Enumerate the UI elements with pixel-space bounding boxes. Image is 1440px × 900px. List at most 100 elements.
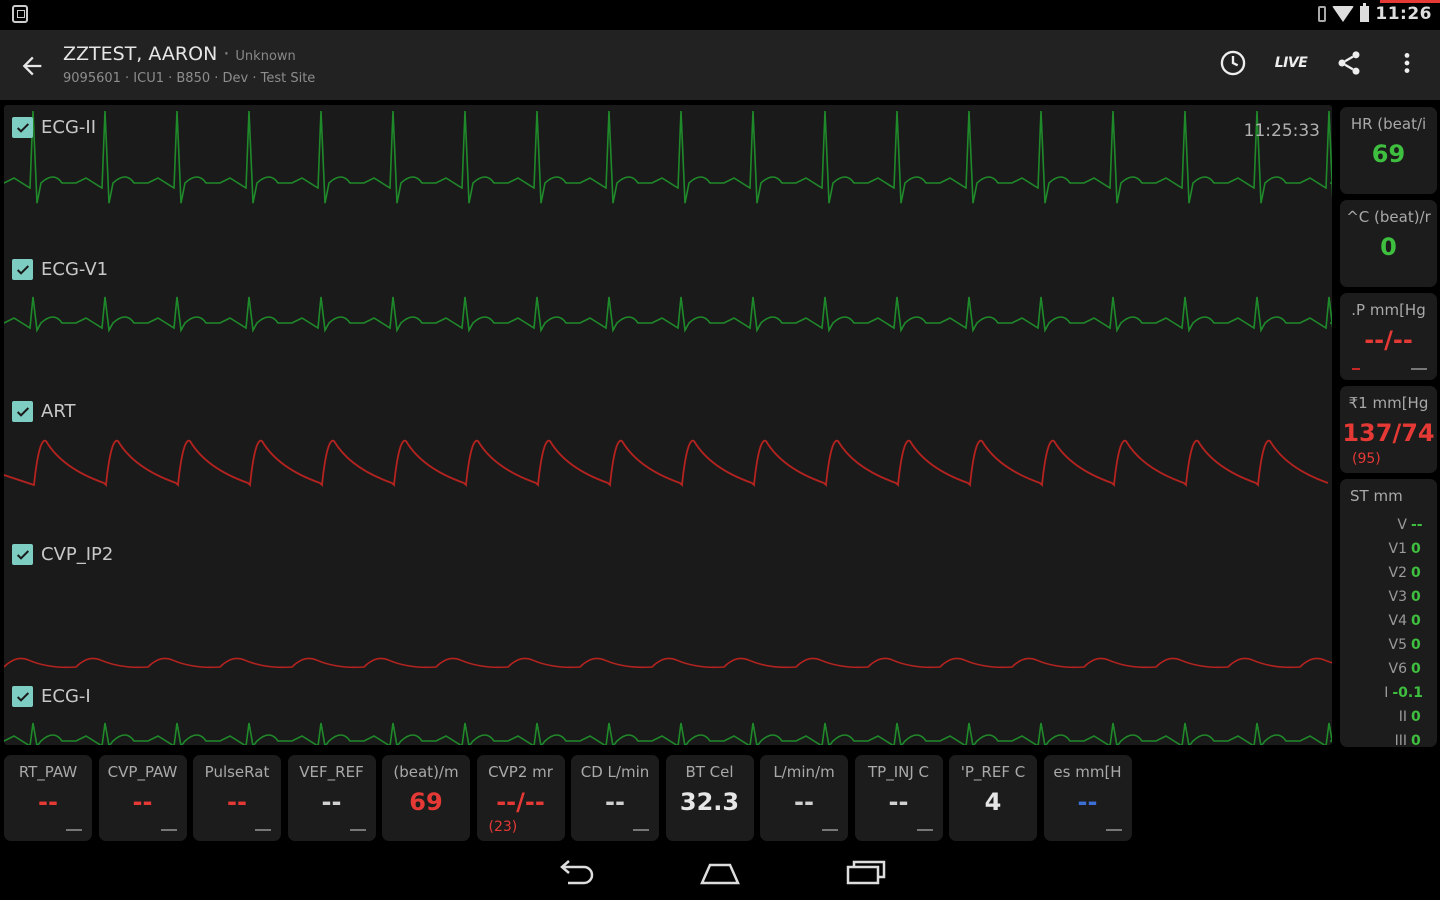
channel-checkbox[interactable] (12, 686, 33, 707)
tile-label: PulseRat (204, 763, 270, 781)
tile-value: 4 (984, 788, 1002, 816)
parameter-tile[interactable]: 'P_REF C 4 (949, 755, 1037, 841)
st-lead-value: 0 (1411, 733, 1421, 747)
tile-value: 32.3 (679, 788, 740, 816)
vital-tile-pvc[interactable]: ^C (beat)/r 0 (1340, 200, 1437, 287)
tile-value: -- (605, 788, 625, 816)
title-separator: · (217, 43, 236, 65)
channel-label: ART (41, 401, 76, 422)
parameter-tile[interactable]: RT_PAW -- (4, 755, 92, 841)
tile-value: 69 (1371, 140, 1406, 168)
overflow-menu-button[interactable] (1392, 48, 1422, 78)
parameter-tile[interactable]: TP_INJ C -- (854, 755, 943, 841)
back-arrow-icon[interactable] (18, 52, 46, 80)
channel-label: ECG-I (41, 686, 91, 707)
channel-ecg-ii[interactable]: ECG-II (12, 117, 96, 138)
parameter-tile[interactable]: PulseRat -- (193, 755, 281, 841)
parameter-tile[interactable]: CD L/min -- (571, 755, 659, 841)
st-lead-label: V3 (1388, 589, 1407, 605)
tile-subvalue: (23) (488, 819, 518, 835)
tile-dash (1105, 829, 1122, 831)
st-lead-label: V6 (1388, 661, 1407, 677)
parameter-tile[interactable]: es mm[H -- (1043, 755, 1132, 841)
waveform-ecg-i (4, 722, 1332, 745)
tile-dash (160, 829, 177, 831)
parameter-tile[interactable]: CVP2 mr --/-- (23) (476, 755, 565, 841)
vital-tile-ar1[interactable]: ₹1 mm[Hg 137/74 (95) (1340, 386, 1437, 473)
tile-label: CVP2 mr (488, 763, 553, 781)
st-values-list: V -- V1 0 V2 0 V3 0 V4 0 V5 0 V6 0 I -0.1 II 0 III 0 (1384, 513, 1423, 747)
waveform-timestamp: 11:25:33 (1243, 121, 1320, 141)
st-row: V1 0 (1384, 537, 1423, 561)
tile-value: 69 (409, 788, 443, 816)
st-row: III 0 (1384, 729, 1423, 747)
tile-value: -- (888, 788, 909, 816)
channel-label: ECG-V1 (41, 259, 109, 280)
waveform-art (4, 439, 1329, 487)
tile-dash (255, 829, 271, 831)
st-lead-label: V (1397, 517, 1407, 533)
channel-checkbox[interactable] (12, 401, 33, 422)
channel-cvp-ip2[interactable]: CVP_IP2 (12, 544, 113, 565)
st-lead-value: 0 (1411, 541, 1421, 557)
st-lead-value: 0 (1411, 709, 1421, 725)
tile-dash (349, 829, 366, 831)
tile-label: .P mm[Hg (1351, 301, 1426, 319)
parameter-tile[interactable]: (beat)/m 69 (382, 755, 470, 841)
patient-subtitle: 9095601 · ICU1 · B850 · Dev · Test Site (63, 71, 316, 86)
tile-value: -- (38, 788, 58, 816)
tile-value: -- (132, 788, 153, 816)
tile-label: TP_INJ C (867, 763, 930, 781)
check-icon (16, 264, 29, 275)
back-nav-icon[interactable] (554, 857, 598, 887)
channel-checkbox[interactable] (12, 117, 33, 138)
channel-ecg-i[interactable]: ECG-I (12, 686, 91, 707)
home-nav-icon[interactable] (698, 857, 742, 887)
tile-label: (beat)/m (393, 763, 459, 781)
st-lead-label: V5 (1388, 637, 1407, 653)
tile-value: 137/74 (1342, 419, 1435, 447)
st-lead-value: 0 (1411, 661, 1421, 677)
status-time: 11:26 (1375, 4, 1432, 24)
tile-label: ₹1 mm[Hg (1348, 394, 1429, 412)
tile-value: 0 (1380, 233, 1397, 261)
tile-value: -- (1077, 788, 1098, 816)
tile-value: --/-- (496, 788, 545, 816)
st-lead-value: 0 (1411, 637, 1421, 653)
st-lead-value: -- (1411, 517, 1423, 533)
live-button[interactable]: LIVE (1274, 48, 1308, 78)
vital-tile-nbp[interactable]: .P mm[Hg --/-- (1340, 293, 1437, 380)
tile-value: -- (794, 788, 814, 816)
tile-dash (1352, 368, 1360, 370)
channel-checkbox[interactable] (12, 259, 33, 280)
history-button[interactable] (1218, 48, 1248, 78)
st-row: V -- (1384, 513, 1423, 537)
parameter-tile[interactable]: BT Cel 32.3 (665, 755, 754, 841)
status-bar: 11:26 (0, 0, 1440, 30)
channel-checkbox[interactable] (12, 544, 33, 565)
app-bar: ZZTEST, AARON · Unknown 9095601 · ICU1 ·… (0, 30, 1440, 100)
parameter-tile[interactable]: CVP_PAW -- (98, 755, 187, 841)
st-row: I -0.1 (1384, 681, 1423, 705)
parameter-tile[interactable]: VEF_REF -- (287, 755, 376, 841)
tile-dash (822, 829, 838, 831)
st-lead-value: 0 (1411, 589, 1421, 605)
vital-tile-hr[interactable]: HR (beat/i 69 (1340, 107, 1437, 194)
channel-art[interactable]: ART (12, 401, 76, 422)
tile-value: --/-- (1364, 326, 1413, 354)
waveform-cvp-ip2 (4, 657, 1332, 669)
st-row: V3 0 (1384, 585, 1423, 609)
waveform-ecg-ii (4, 110, 1332, 204)
tile-dash (1411, 368, 1427, 370)
waveform-ecg-v1 (4, 296, 1332, 333)
st-lead-label: V1 (1388, 541, 1407, 557)
live-label: LIVE (1274, 55, 1308, 71)
channel-label: CVP_IP2 (41, 544, 114, 565)
patient-title: ZZTEST, AARON · Unknown (63, 43, 296, 65)
parameter-bar: RT_PAW -- CVP_PAW -- PulseRat -- VEF_REF -- (bea… (0, 755, 1440, 845)
parameter-tile[interactable]: L/min/m -- (760, 755, 848, 841)
share-button[interactable] (1334, 48, 1364, 78)
vital-tile-st[interactable]: ST mm V -- V1 0 V2 0 V3 0 V4 0 V5 0 V6 0 I -0.1 II 0 III 0 (1340, 479, 1437, 747)
recents-nav-icon[interactable] (844, 857, 888, 887)
channel-ecg-v1[interactable]: ECG-V1 (12, 259, 108, 280)
